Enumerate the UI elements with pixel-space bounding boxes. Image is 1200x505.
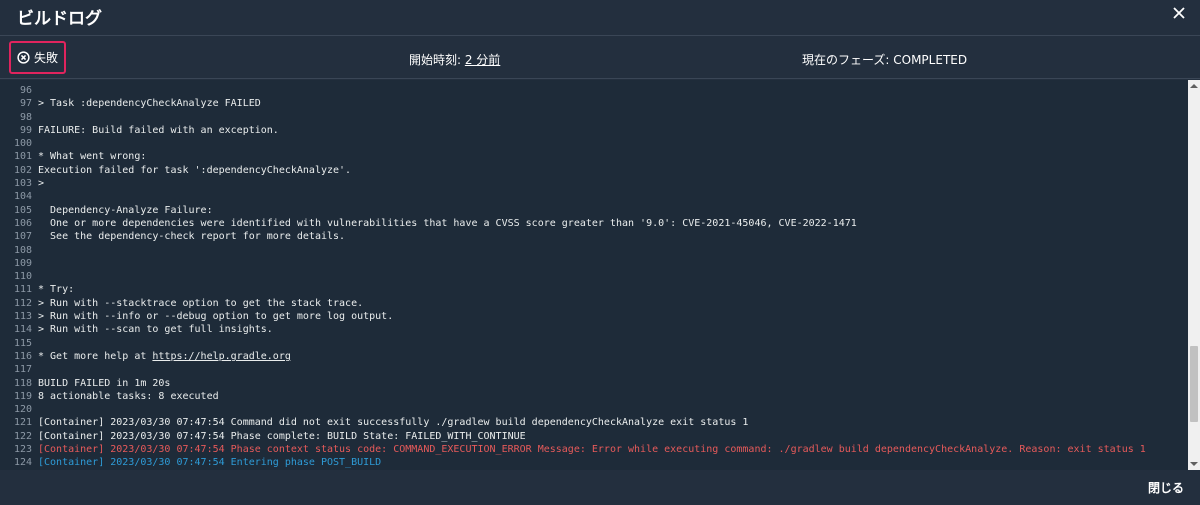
scroll-up-icon[interactable] [1188, 80, 1200, 92]
log-line: 111 * Try: [0, 283, 1188, 296]
log-line: 109 [0, 257, 1188, 270]
close-icon[interactable] [1172, 6, 1186, 20]
line-text: [Container] 2023/03/30 07:47:54 Phase co… [38, 430, 526, 442]
line-number: 114 [13, 324, 32, 336]
log-line: 105 Dependency-Analyze Failure: [0, 204, 1188, 217]
log-line: 122 [Container] 2023/03/30 07:47:54 Phase… [0, 430, 1188, 443]
line-text: > Run with --stacktrace option to get th… [38, 297, 364, 309]
log-line: 116 * Get more help at https://help.gradl… [0, 350, 1188, 363]
line-text: [Container] 2023/03/30 07:47:54 Phase co… [38, 444, 1146, 456]
line-number: 115 [13, 337, 32, 349]
line-number: 113 [13, 311, 32, 323]
log-line: 102 Execution failed for task ':dependenc… [0, 164, 1188, 177]
line-text: One or more dependencies were identified… [38, 217, 857, 229]
line-text: Dependency-Analyze Failure: [38, 204, 213, 216]
modal-header: ビルドログ [0, 0, 1200, 36]
line-number: 116 [13, 350, 32, 362]
log-panel[interactable]: 96 97 > Task :dependencyCheckAnalyze FAILE… [0, 80, 1188, 470]
line-number: 102 [13, 164, 32, 176]
close-button[interactable]: 閉じる [1148, 479, 1184, 496]
start-time-label: 開始時刻: [409, 53, 465, 67]
line-text: Execution failed for task ':dependencyCh… [38, 164, 352, 176]
current-phase: 現在のフェーズ: COMPLETED [802, 53, 968, 67]
line-text: * Get more help at https://help.gradle.o… [38, 350, 291, 362]
line-number: 110 [13, 271, 32, 283]
log-line: 118 BUILD FAILED in 1m 20s [0, 377, 1188, 390]
line-number: 98 [19, 111, 32, 123]
modal-title: ビルドログ [17, 9, 102, 29]
log-line: 96 [0, 84, 1188, 97]
log-line: 106 One or more dependencies were identi… [0, 217, 1188, 230]
log-line: 114 > Run with --scan to get full insight… [0, 323, 1188, 336]
line-text: See the dependency-check report for more… [38, 231, 346, 243]
line-text: > Task :dependencyCheckAnalyze FAILED [38, 98, 261, 110]
log-scrollbar[interactable] [1188, 80, 1200, 470]
log-line: 123 [Container] 2023/03/30 07:47:54 Phase… [0, 443, 1188, 456]
line-number: 121 [13, 417, 32, 429]
line-number: 101 [13, 151, 32, 163]
log-line: 110 [0, 270, 1188, 283]
line-number: 103 [13, 178, 32, 190]
line-number: 117 [13, 364, 32, 376]
log-line: 121 [Container] 2023/03/30 07:47:54 Comma… [0, 416, 1188, 429]
status-badge: 失敗 [9, 41, 66, 74]
scroll-thumb[interactable] [1190, 346, 1198, 422]
x-circle-icon [17, 51, 30, 64]
log-line: 103 > [0, 177, 1188, 190]
line-number: 97 [19, 98, 32, 110]
log-line: 107 See the dependency-check report for … [0, 230, 1188, 243]
line-text: BUILD FAILED in 1m 20s [38, 377, 171, 389]
line-number: 118 [13, 377, 32, 389]
line-number: 122 [13, 430, 32, 442]
line-number: 104 [13, 191, 32, 203]
line-number: 120 [13, 404, 32, 416]
log-line: 104 [0, 190, 1188, 203]
log-line: 112 > Run with --stacktrace option to get… [0, 297, 1188, 310]
line-text: [Container] 2023/03/30 07:47:54 Entering… [38, 457, 382, 469]
line-number: 99 [19, 124, 32, 136]
line-number: 111 [13, 284, 32, 296]
line-number: 123 [13, 444, 32, 456]
start-time: 開始時刻: 2 分前 [409, 51, 500, 68]
line-number: 105 [13, 204, 32, 216]
log-line: 119 8 actionable tasks: 8 executed [0, 390, 1188, 403]
log-lines: 96 97 > Task :dependencyCheckAnalyze FAILE… [0, 84, 1188, 470]
line-number: 96 [19, 85, 32, 96]
line-number: 124 [13, 457, 32, 469]
modal-footer: 閉じる [0, 470, 1200, 505]
line-text: FAILURE: Build failed with an exception. [38, 124, 279, 136]
build-status-bar: 失敗 開始時刻: 2 分前 現在のフェーズ: COMPLETED [0, 37, 1200, 79]
line-text: [Container] 2023/03/30 07:47:54 Command … [38, 417, 749, 429]
log-line: 113 > Run with --info or --debug option t… [0, 310, 1188, 323]
log-line: 108 [0, 244, 1188, 257]
line-number: 119 [13, 390, 32, 402]
help-link[interactable]: https://help.gradle.org [152, 351, 290, 362]
start-time-link[interactable]: 2 分前 [465, 53, 500, 67]
log-line: 97 > Task :dependencyCheckAnalyze FAILED [0, 97, 1188, 110]
line-text: > [38, 178, 45, 190]
line-number: 100 [13, 138, 32, 150]
line-text: * Try: [38, 284, 75, 296]
scroll-down-icon[interactable] [1188, 458, 1200, 470]
log-line: 101 * What went wrong: [0, 150, 1188, 163]
log-line: 115 [0, 337, 1188, 350]
log-line: 120 [0, 403, 1188, 416]
line-number: 108 [13, 244, 32, 256]
log-line: 100 [0, 137, 1188, 150]
line-number: 109 [13, 257, 32, 269]
line-number: 107 [13, 231, 32, 243]
log-line: 124 [Container] 2023/03/30 07:47:54 Enter… [0, 456, 1188, 469]
log-line: 99 FAILURE: Build failed with an exceptio… [0, 124, 1188, 137]
log-line: 117 [0, 363, 1188, 376]
log-line: 98 [0, 111, 1188, 124]
line-text: > Run with --info or --debug option to g… [38, 311, 394, 323]
line-text: 8 actionable tasks: 8 executed [38, 390, 219, 402]
line-text: > Run with --scan to get full insights. [38, 324, 273, 336]
line-text: * What went wrong: [38, 151, 147, 163]
status-label: 失敗 [33, 51, 58, 65]
line-number: 112 [13, 297, 32, 309]
line-number: 106 [13, 217, 32, 229]
